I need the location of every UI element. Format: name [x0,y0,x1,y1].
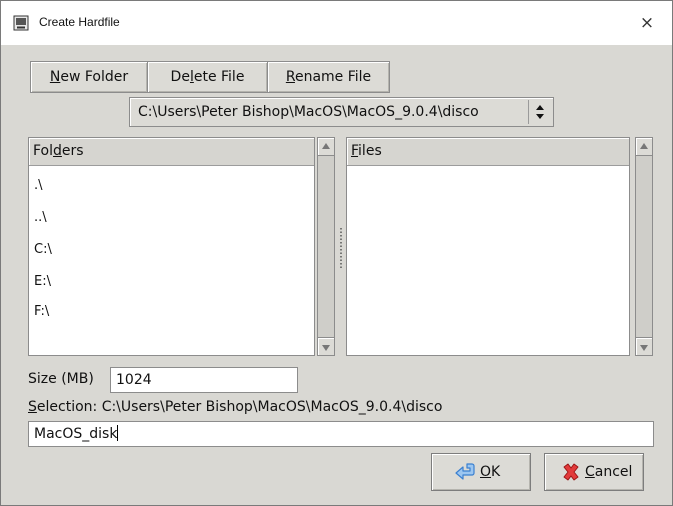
pane-splitter-handle[interactable] [338,226,344,270]
new-folder-label-post: ew Folder [60,69,129,85]
size-label: Size (MB) [28,371,94,387]
selection-path: election: C:\Users\Peter Bishop\MacOS\Ma… [36,399,443,415]
folder-item[interactable]: .\ [34,178,43,193]
rename-file-button[interactable]: Rename File [267,61,390,93]
ok-button[interactable]: OK [431,453,531,491]
files-header[interactable]: Files [347,138,629,166]
filename-input[interactable]: MacOS_disk [28,421,654,447]
folder-item[interactable]: ..\ [34,210,47,225]
delete-file-label-pre: De [170,69,190,85]
folders-header[interactable]: Folders [29,138,314,166]
cancel-label-rest: ancel [594,464,633,480]
folders-header-post: ers [61,143,84,159]
cancel-x-icon [563,463,579,481]
delete-file-button[interactable]: Delete File [147,61,268,93]
rename-file-mnemonic: R [285,69,295,85]
updown-arrow-icon[interactable] [528,100,550,124]
files-list[interactable]: Files [346,137,630,356]
scroll-down-button[interactable] [636,337,652,355]
create-hardfile-dialog: Create Hardfile × New Folder Delete File… [0,0,673,506]
cancel-button[interactable]: Cancel [544,453,644,491]
close-button[interactable]: × [629,9,665,39]
cancel-mnemonic: C [585,464,595,480]
files-header-post: iles [358,143,382,159]
rename-file-label-post: ename File [294,69,372,85]
new-folder-mnemonic: N [49,69,61,85]
ok-label: OK [480,464,500,480]
files-header-mnemonic: F [351,143,359,159]
folder-item[interactable]: C:\ [34,242,52,257]
files-scrollbar[interactable] [635,137,653,356]
scroll-down-button[interactable] [318,337,334,355]
delete-file-label-post: ete File [193,69,245,85]
ok-label-rest: K [491,464,501,480]
filename-value: MacOS_disk [34,426,118,442]
scroll-up-button[interactable] [318,138,334,156]
selection-mnemonic: S [28,399,37,415]
window-title: Create Hardfile [39,15,120,29]
new-folder-button[interactable]: New Folder [30,61,148,93]
folders-header-pre: Fol [33,143,54,159]
selection-label: Selection: C:\Users\Peter Bishop\MacOS\M… [28,399,442,415]
text-caret [117,425,119,441]
size-input[interactable]: 1024 [110,367,298,393]
folders-list[interactable]: Folders .\ ..\ C:\ E:\ F:\ [28,137,315,356]
ok-mnemonic: O [480,464,492,480]
title-bar: Create Hardfile × [1,1,672,45]
folders-scrollbar[interactable] [317,137,335,356]
ok-arrow-icon [455,463,475,480]
folder-item[interactable]: E:\ [34,274,51,289]
folder-item[interactable]: F:\ [34,304,49,319]
path-combo-value: C:\Users\Peter Bishop\MacOS\MacOS_9.0.4\… [138,104,479,120]
path-combo[interactable]: C:\Users\Peter Bishop\MacOS\MacOS_9.0.4\… [129,97,554,127]
scroll-up-button[interactable] [636,138,652,156]
folders-header-mnemonic: d [53,143,62,159]
cancel-label: Cancel [585,464,632,480]
app-icon [13,15,29,31]
